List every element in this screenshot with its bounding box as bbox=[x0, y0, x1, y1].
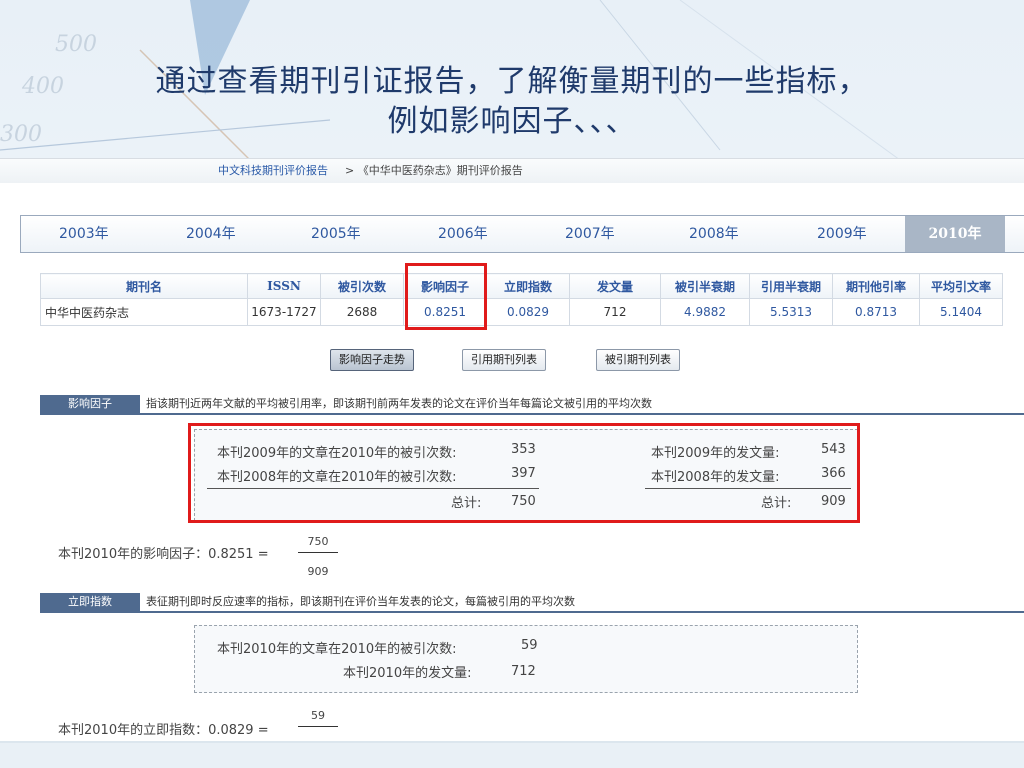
col-immediacy-index: 立即指数 bbox=[486, 273, 570, 299]
cell-citing-half-life[interactable]: 5.5313 bbox=[749, 298, 833, 326]
immediacy-index-description: 表征期刊即时反应速率的指标，即该期刊在评价当年发表的论文，每篇被引用的平均次数 bbox=[146, 595, 575, 608]
impact-factor-tag: 影响因子 bbox=[40, 395, 140, 413]
cell-cited-half-life[interactable]: 4.9882 bbox=[660, 298, 750, 326]
immediacy-l1-label: 本刊2010年的文章在2010年的被引次数: bbox=[217, 642, 457, 657]
col-journal-name: 期刊名 bbox=[40, 273, 248, 299]
cell-avg-citation-rate[interactable]: 5.1404 bbox=[919, 298, 1003, 326]
immediacy-l1-value: 59 bbox=[521, 638, 538, 653]
report-screenshot: 中文科技期刊评价报告 > 《中华中医药杂志》期刊评价报告 2003年 2004年… bbox=[0, 158, 1024, 741]
immediacy-l2-label: 本刊2010年的发文量: bbox=[343, 666, 472, 681]
tab-year-2003[interactable]: 2003年 bbox=[59, 216, 109, 252]
cell-citations: 2688 bbox=[320, 298, 404, 326]
impact-factor-description: 指该期刊近两年文献的平均被引用率，即该期刊前两年发表的论文在评价当年每篇论文被引… bbox=[146, 397, 652, 410]
cell-immediacy-index[interactable]: 0.0829 bbox=[486, 298, 570, 326]
immediacy-calc-box: 本刊2010年的文章在2010年的被引次数: 59 本刊2010年的发文量: 7… bbox=[194, 625, 858, 693]
col-cited-half-life: 被引半衰期 bbox=[660, 273, 750, 299]
slide-title-line-1: 通过查看期刊引证报告，了解衡量期刊的一些指标， bbox=[155, 64, 869, 99]
immediacy-index-formula: 本刊2010年的立即指数：0.0829 = bbox=[58, 723, 269, 738]
immediacy-l2-value: 712 bbox=[511, 664, 536, 679]
breadcrumb-current: > 《中华中医药杂志》期刊评价报告 bbox=[345, 164, 523, 177]
impact-formula-numerator: 750 bbox=[307, 535, 329, 548]
tab-year-2007[interactable]: 2007年 bbox=[565, 216, 615, 252]
tab-year-2005[interactable]: 2005年 bbox=[311, 216, 361, 252]
tab-year-2008[interactable]: 2008年 bbox=[689, 216, 739, 252]
col-articles: 发文量 bbox=[569, 273, 661, 299]
deco-number-500: 500 bbox=[55, 32, 97, 57]
cited-journals-button[interactable]: 被引期刊列表 bbox=[596, 349, 680, 371]
cell-journal-name: 中华中医药杂志 bbox=[40, 298, 248, 326]
table-header-row: 期刊名 ISSN 被引次数 影响因子 立即指数 发文量 被引半衰期 引用半衰期 … bbox=[40, 273, 1003, 299]
breadcrumb-link-report[interactable]: 中文科技期刊评价报告 bbox=[218, 159, 328, 183]
impact-factor-divider bbox=[40, 413, 1024, 415]
immediacy-formula-numerator: 59 bbox=[311, 709, 325, 722]
col-avg-citation-rate: 平均引文率 bbox=[919, 273, 1003, 299]
tab-year-2010[interactable]: 2010年 bbox=[905, 216, 1005, 252]
cell-issn: 1673-1727 bbox=[247, 298, 321, 326]
tab-year-2009[interactable]: 2009年 bbox=[817, 216, 867, 252]
slide-title-line-2: 例如影响因子、、、 bbox=[387, 104, 637, 139]
journal-stats-table: 期刊名 ISSN 被引次数 影响因子 立即指数 发文量 被引半衰期 引用半衰期 … bbox=[40, 273, 1003, 326]
impact-factor-highlight bbox=[405, 263, 487, 330]
impact-factor-formula: 本刊2010年的影响因子：0.8251 = bbox=[58, 547, 269, 562]
slide-title: 通过查看期刊引证报告，了解衡量期刊的一些指标， 例如影响因子、、、 bbox=[0, 62, 1024, 142]
table-row: 中华中医药杂志 1673-1727 2688 0.8251 0.0829 712… bbox=[40, 298, 1003, 326]
immediacy-index-divider bbox=[40, 611, 1024, 613]
impact-trend-button[interactable]: 影响因子走势 bbox=[330, 349, 414, 371]
immediacy-formula-fraction-bar bbox=[298, 726, 338, 727]
tab-year-2006[interactable]: 2006年 bbox=[438, 216, 488, 252]
cell-articles: 712 bbox=[569, 298, 661, 326]
immediacy-index-tag: 立即指数 bbox=[40, 593, 140, 611]
col-issn: ISSN bbox=[247, 273, 321, 299]
col-citing-half-life: 引用半衰期 bbox=[749, 273, 833, 299]
col-citations: 被引次数 bbox=[320, 273, 404, 299]
impact-calc-highlight bbox=[188, 423, 860, 523]
impact-formula-denominator: 909 bbox=[307, 565, 329, 578]
tab-year-2004[interactable]: 2004年 bbox=[186, 216, 236, 252]
breadcrumb: 中文科技期刊评价报告 > 《中华中医药杂志》期刊评价报告 bbox=[0, 159, 1024, 183]
cell-other-citation-rate[interactable]: 0.8713 bbox=[832, 298, 920, 326]
impact-formula-fraction-bar bbox=[298, 552, 338, 553]
col-other-citation-rate: 期刊他引率 bbox=[832, 273, 920, 299]
citing-journals-button[interactable]: 引用期刊列表 bbox=[462, 349, 546, 371]
year-tab-bar: 2003年 2004年 2005年 2006年 2007年 2008年 2009… bbox=[20, 215, 1024, 253]
